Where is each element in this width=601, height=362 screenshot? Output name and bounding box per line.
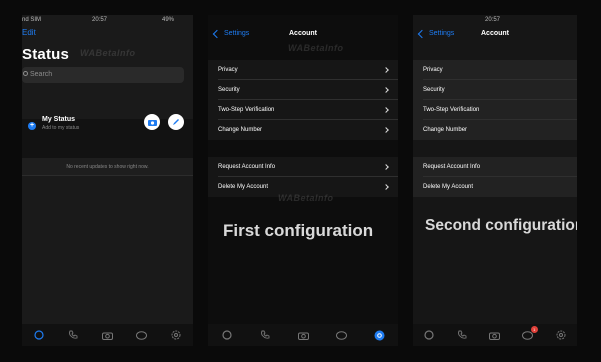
row-label: Delete My Account (423, 184, 474, 190)
chevron-right-icon (383, 127, 389, 133)
row-label: Request Account Info (423, 164, 481, 170)
account-screen-second: 20:57 Settings Account Privacy Security … (413, 15, 577, 346)
search-placeholder: Search (30, 71, 53, 78)
tab-status[interactable] (423, 329, 435, 341)
battery-label: 49% (162, 17, 174, 23)
camera-icon (489, 332, 501, 340)
my-status-name[interactable]: My Status (42, 116, 75, 123)
search-icon (23, 71, 28, 76)
page-title: Status (22, 46, 70, 63)
tab-status[interactable] (221, 329, 233, 341)
chevron-right-icon (383, 67, 389, 73)
row-change-number[interactable]: Change Number (208, 120, 398, 140)
configuration-caption: Second configuration (425, 217, 577, 234)
tab-settings[interactable] (555, 329, 567, 341)
battery-percent: 49% (162, 17, 175, 23)
time-label: 20:57 (92, 17, 108, 23)
unread-badge: 1 (530, 326, 538, 333)
settings-icon (171, 330, 181, 340)
calls-icon (458, 330, 467, 339)
chevron-right-icon (383, 184, 389, 190)
watermark: WABetaInfo (288, 43, 344, 53)
settings-icon (374, 330, 384, 340)
tab-bar: 1 (413, 324, 577, 346)
row-label: Delete My Account (218, 184, 269, 190)
row-request-account-info[interactable]: Request Account Info (208, 157, 398, 177)
status-icon (34, 330, 44, 340)
calls-icon (69, 330, 78, 339)
add-status-plus-icon[interactable]: + (28, 122, 36, 130)
empty-updates-message: No recent updates to show right now. (22, 158, 193, 176)
row-privacy[interactable]: Privacy (413, 60, 577, 80)
tab-calls[interactable] (456, 329, 468, 341)
row-delete-my-account[interactable]: Delete My Account (413, 177, 577, 197)
row-label: Request Account Info (218, 164, 276, 170)
chevron-right-icon (383, 107, 389, 113)
row-label: Change Number (423, 127, 468, 133)
row-label: Privacy (218, 67, 238, 73)
search-input[interactable]: Search (22, 67, 184, 83)
row-two-step-verification[interactable]: Two-Step Verification (208, 100, 398, 120)
tab-status[interactable] (33, 329, 45, 341)
row-label: Security (423, 87, 445, 93)
tab-calls[interactable] (259, 329, 271, 341)
chevron-right-icon (383, 87, 389, 93)
settings-icon (556, 330, 566, 340)
edit-button[interactable]: Edit (22, 28, 36, 37)
tab-chats[interactable] (136, 329, 148, 341)
page-title: Account (481, 30, 509, 37)
status-bar: 20:57 (413, 15, 577, 26)
account-group-1: Privacy Security Two-Step Verification C… (208, 60, 398, 140)
account-group-2: Request Account Info Delete My Account (208, 157, 398, 197)
tab-chats[interactable]: 1 (522, 326, 538, 341)
status-icon (424, 330, 434, 340)
divider (22, 175, 193, 176)
row-security[interactable]: Security (413, 80, 577, 100)
camera-icon (101, 332, 113, 340)
row-privacy[interactable]: Privacy (208, 60, 398, 80)
account-group-1: Privacy Security Two-Step Verification C… (413, 60, 577, 140)
camera-icon (147, 119, 157, 126)
row-request-account-info[interactable]: Request Account Info (413, 157, 577, 177)
row-change-number[interactable]: Change Number (413, 120, 577, 140)
tab-calls[interactable] (67, 329, 79, 341)
chats-icon (136, 330, 148, 340)
calls-icon (261, 330, 270, 339)
row-label: Privacy (423, 67, 443, 73)
chats-icon (335, 330, 347, 340)
camera-button[interactable] (144, 114, 160, 130)
account-screen-first: Settings Account WABetaInfo Privacy Secu… (208, 15, 398, 346)
page-title: Account (289, 30, 317, 37)
carrier-label: nd SIM (22, 17, 42, 23)
pencil-icon (173, 119, 179, 125)
time-label: 20:57 (485, 17, 501, 23)
tab-camera[interactable] (101, 329, 113, 341)
row-security[interactable]: Security (208, 80, 398, 100)
tab-chats[interactable] (335, 329, 347, 341)
watermark: WABetaInfo (278, 193, 334, 203)
edit-text-button[interactable] (168, 114, 184, 130)
row-two-step-verification[interactable]: Two-Step Verification (413, 100, 577, 120)
my-status-subtitle: Add to my status (42, 125, 80, 131)
tab-bar (208, 324, 398, 346)
status-screen: nd SIM 20:57 49% Edit Status WABetaInfo … (22, 15, 193, 346)
row-label: Two-Step Verification (423, 107, 480, 113)
tab-camera[interactable] (297, 329, 309, 341)
tab-settings[interactable] (373, 329, 385, 341)
configuration-caption: First configuration (223, 221, 374, 240)
row-label: Two-Step Verification (218, 107, 275, 113)
tab-settings[interactable] (170, 329, 182, 341)
watermark: WABetaInfo (80, 48, 136, 58)
account-group-2: Request Account Info Delete My Account (413, 157, 577, 197)
row-label: Change Number (218, 127, 263, 133)
tab-camera[interactable] (489, 329, 501, 341)
status-bar: nd SIM 20:57 49% (22, 15, 193, 26)
nav-bar: Settings Account (413, 26, 577, 46)
tab-bar (22, 324, 193, 346)
row-label: Security (218, 87, 240, 93)
camera-icon (297, 332, 309, 340)
status-icon (222, 330, 232, 340)
chevron-right-icon (383, 164, 389, 170)
